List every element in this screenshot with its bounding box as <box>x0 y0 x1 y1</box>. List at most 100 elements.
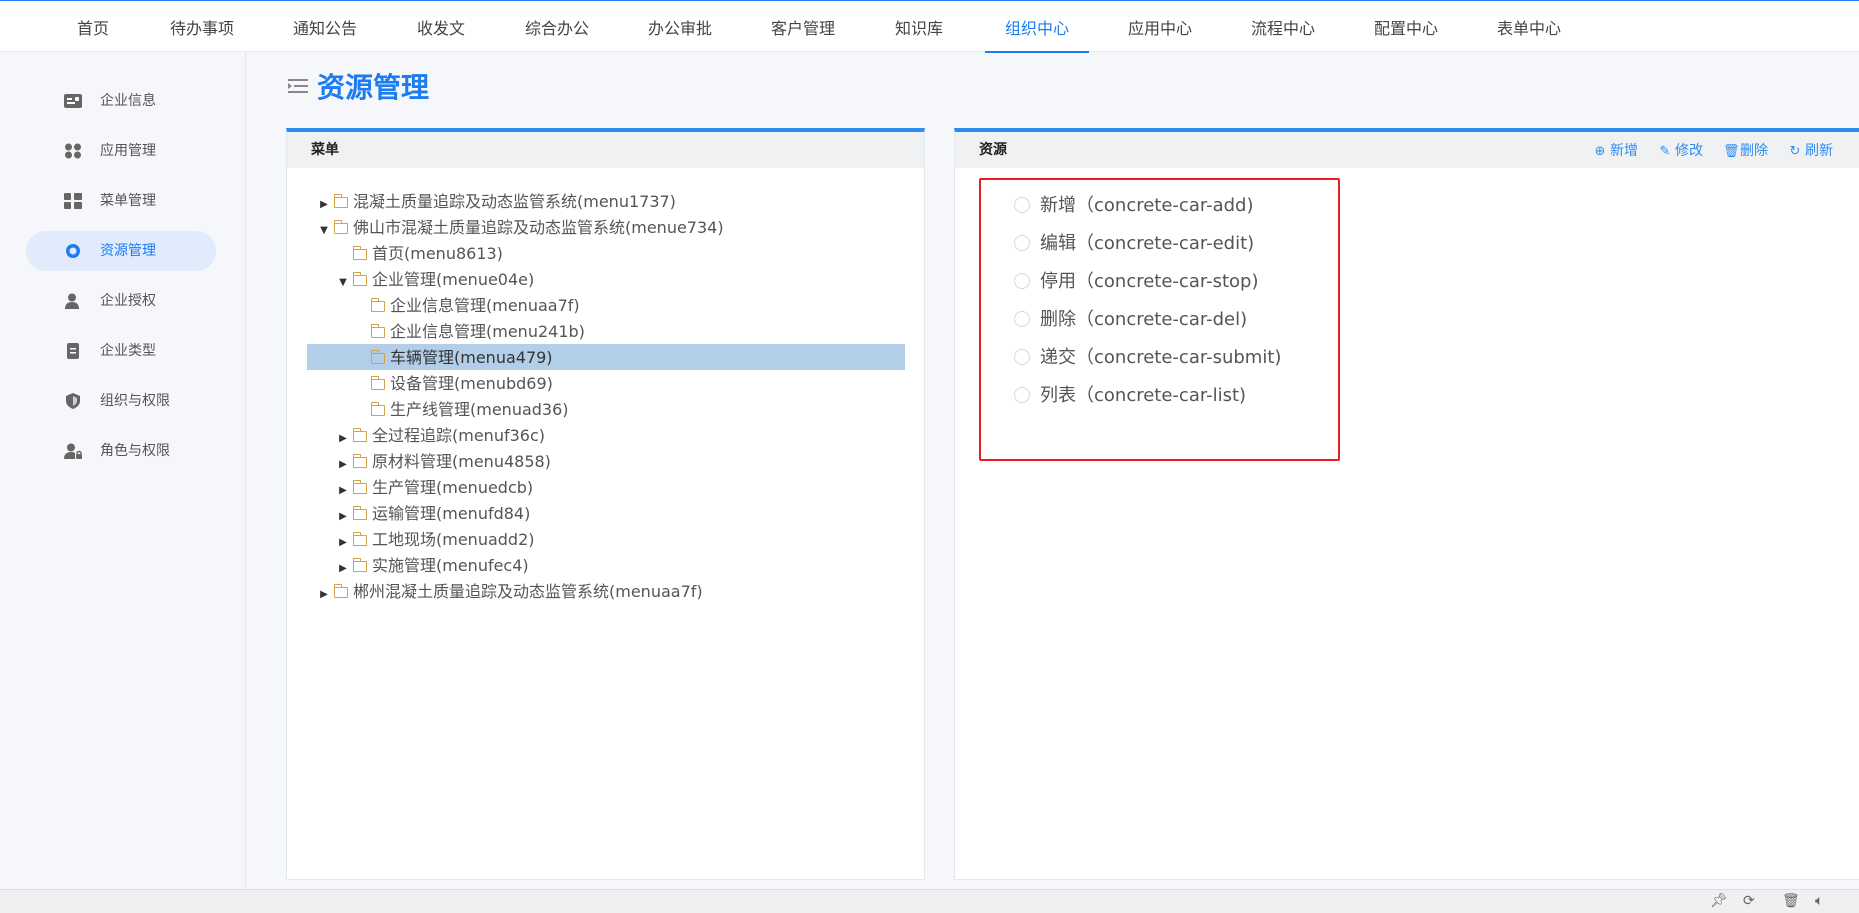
tree-node-label: 生产线管理(menuad36) <box>390 400 569 419</box>
pin-icon[interactable]: 📌︎ <box>1710 893 1728 909</box>
tab-notices[interactable]: 通知公告 <box>289 1 361 53</box>
plus-circle-icon: ⊕ <box>1594 144 1606 159</box>
tree-node-label: 企业管理(menue04e) <box>372 270 535 289</box>
tree-node-label: 运输管理(menufd84) <box>372 504 531 523</box>
resource-label: 新增（concrete-car-add) <box>1040 195 1254 216</box>
sidebar-item-enterprise-type[interactable]: 企业类型 <box>26 331 216 371</box>
resource-icon <box>66 244 80 258</box>
radio-button[interactable] <box>1014 197 1030 213</box>
trash-icon: 🗑︎ <box>1723 144 1740 159</box>
tree-node[interactable]: ▼ 企业管理(menue04e) <box>335 267 534 293</box>
tab-organization[interactable]: 组织中心 <box>985 1 1089 53</box>
tab-office[interactable]: 综合办公 <box>521 1 593 53</box>
delete-button-label: 删除 <box>1740 143 1768 159</box>
tab-customers[interactable]: 客户管理 <box>767 1 839 53</box>
sidebar-item-label: 应用管理 <box>100 143 156 159</box>
sidebar-item-org-permissions[interactable]: 组织与权限 <box>26 381 216 421</box>
shield-icon <box>66 393 80 409</box>
tree-node[interactable]: 企业信息管理(menu241b) <box>353 319 585 345</box>
tab-todo[interactable]: 待办事项 <box>166 1 238 53</box>
resource-item-stop[interactable]: 停用（concrete-car-stop) <box>1014 269 1259 295</box>
tree-node-label: 企业信息管理(menu241b) <box>390 322 585 341</box>
radio-button[interactable] <box>1014 387 1030 403</box>
volume-icon[interactable]: 🔈︎ <box>1815 893 1823 909</box>
tree-node[interactable]: ▶ 混凝土质量追踪及动态监管系统(menu1737) <box>316 189 676 215</box>
add-button-label: 新增 <box>1610 143 1638 159</box>
tree-node-label: 首页(menu8613) <box>372 244 503 263</box>
folder-icon <box>353 272 367 286</box>
tab-home[interactable]: 首页 <box>70 1 116 53</box>
tree-node[interactable]: ▶ 实施管理(menufec4) <box>335 553 529 579</box>
folder-icon <box>371 324 385 338</box>
caret-down-icon[interactable]: ▼ <box>335 270 351 296</box>
tree-node-label: 实施管理(menufec4) <box>372 556 529 575</box>
tree-node-label: 全过程追踪(menuf36c) <box>372 426 545 445</box>
caret-down-icon[interactable]: ▼ <box>316 218 332 244</box>
tree-node-label: 工地现场(menuadd2) <box>372 530 535 549</box>
tree-node-selected[interactable]: 车辆管理(menua479) <box>353 345 553 371</box>
tree-node[interactable]: 设备管理(menubd69) <box>353 371 553 397</box>
tree-node[interactable]: 首页(menu8613) <box>335 241 503 267</box>
trash-icon[interactable]: 🗑︎ <box>1782 893 1800 909</box>
folder-icon <box>353 246 367 260</box>
top-navigation: 首页 待办事项 通知公告 收发文 综合办公 办公审批 客户管理 知识库 组织中心… <box>0 0 1859 53</box>
resource-item-edit[interactable]: 编辑（concrete-car-edit) <box>1014 231 1254 257</box>
sidebar-item-menu-management[interactable]: 菜单管理 <box>26 181 216 221</box>
sidebar-item-enterprise-auth[interactable]: 企业授权 <box>26 281 216 321</box>
edit-button-label: 修改 <box>1675 143 1703 159</box>
tree-node[interactable]: ▶ 工地现场(menuadd2) <box>335 527 535 553</box>
resource-label: 编辑（concrete-car-edit) <box>1040 233 1255 254</box>
sidebar-item-app-management[interactable]: 应用管理 <box>26 131 216 171</box>
tree-node[interactable]: ▼ 佛山市混凝土质量追踪及动态监管系统(menue734) <box>316 215 724 244</box>
caret-right-icon[interactable]: ▶ <box>316 582 332 608</box>
tab-documents[interactable]: 收发文 <box>412 1 470 53</box>
radio-button[interactable] <box>1014 235 1030 251</box>
radio-button[interactable] <box>1014 311 1030 327</box>
tree-node-label: 原材料管理(menu4858) <box>372 452 551 471</box>
user-lock-icon <box>64 443 82 459</box>
tab-knowledge[interactable]: 知识库 <box>890 1 948 53</box>
add-button[interactable]: ⊕ 新增 <box>1593 140 1638 163</box>
folder-icon <box>371 350 385 364</box>
tree-node[interactable]: ▶ 生产管理(menuedcb) <box>335 475 533 501</box>
tree-node-label: 郴州混凝土质量追踪及动态监管系统(menuaa7f) <box>353 582 703 601</box>
status-bar: 📌︎ ⟳ 🗑︎ 🔈︎ <box>0 889 1859 913</box>
radio-button[interactable] <box>1014 349 1030 365</box>
tab-apps[interactable]: 应用中心 <box>1124 1 1196 53</box>
tree-node[interactable]: 企业信息管理(menuaa7f) <box>353 293 580 319</box>
resource-item-add[interactable]: 新增（concrete-car-add) <box>1014 193 1254 219</box>
sidebar-item-resource-management[interactable]: 资源管理 <box>26 231 216 271</box>
sidebar-item-role-permissions[interactable]: 角色与权限 <box>26 431 216 471</box>
tree-node[interactable]: ▶ 郴州混凝土质量追踪及动态监管系统(menuaa7f) <box>316 579 703 608</box>
id-card-icon <box>64 94 82 108</box>
tree-node[interactable]: ▶ 全过程追踪(menuf36c) <box>335 423 545 449</box>
sidebar: 企业信息 应用管理 菜单管理 资源管理 企业授权 企业类型 组织与权限 角色与权… <box>0 52 246 889</box>
edit-button[interactable]: ✎ 修改 <box>1658 140 1703 163</box>
sidebar-item-label: 菜单管理 <box>100 193 156 209</box>
radio-button[interactable] <box>1014 273 1030 289</box>
folder-icon <box>353 428 367 442</box>
tab-config[interactable]: 配置中心 <box>1370 1 1442 53</box>
tab-forms[interactable]: 表单中心 <box>1493 1 1565 53</box>
sidebar-item-label: 企业信息 <box>100 93 156 109</box>
resource-label: 停用（concrete-car-stop) <box>1040 271 1259 292</box>
sync-icon[interactable]: ⟳ <box>1743 893 1755 909</box>
sidebar-item-company-info[interactable]: 企业信息 <box>26 81 216 121</box>
tree-node[interactable]: ▶ 原材料管理(menu4858) <box>335 449 551 475</box>
resource-item-delete[interactable]: 删除（concrete-car-del) <box>1014 307 1247 333</box>
resource-item-list[interactable]: 列表（concrete-car-list) <box>1014 383 1246 409</box>
pencil-icon: ✎ <box>1659 144 1671 159</box>
refresh-button[interactable]: ↻ 刷新 <box>1788 140 1833 163</box>
collapse-menu-icon[interactable] <box>288 78 308 94</box>
folder-icon <box>371 376 385 390</box>
delete-button[interactable]: 🗑︎删除 <box>1723 140 1768 163</box>
tab-approval[interactable]: 办公审批 <box>644 1 716 53</box>
tree-node-label: 佛山市混凝土质量追踪及动态监管系统(menue734) <box>353 218 724 237</box>
folder-icon <box>334 584 348 598</box>
tree-node[interactable]: ▶ 运输管理(menufd84) <box>335 501 530 527</box>
tree-node[interactable]: 生产线管理(menuad36) <box>353 397 569 423</box>
folder-icon <box>371 402 385 416</box>
tab-workflow[interactable]: 流程中心 <box>1247 1 1319 53</box>
folder-icon <box>353 558 367 572</box>
resource-item-submit[interactable]: 递交（concrete-car-submit) <box>1014 345 1281 371</box>
